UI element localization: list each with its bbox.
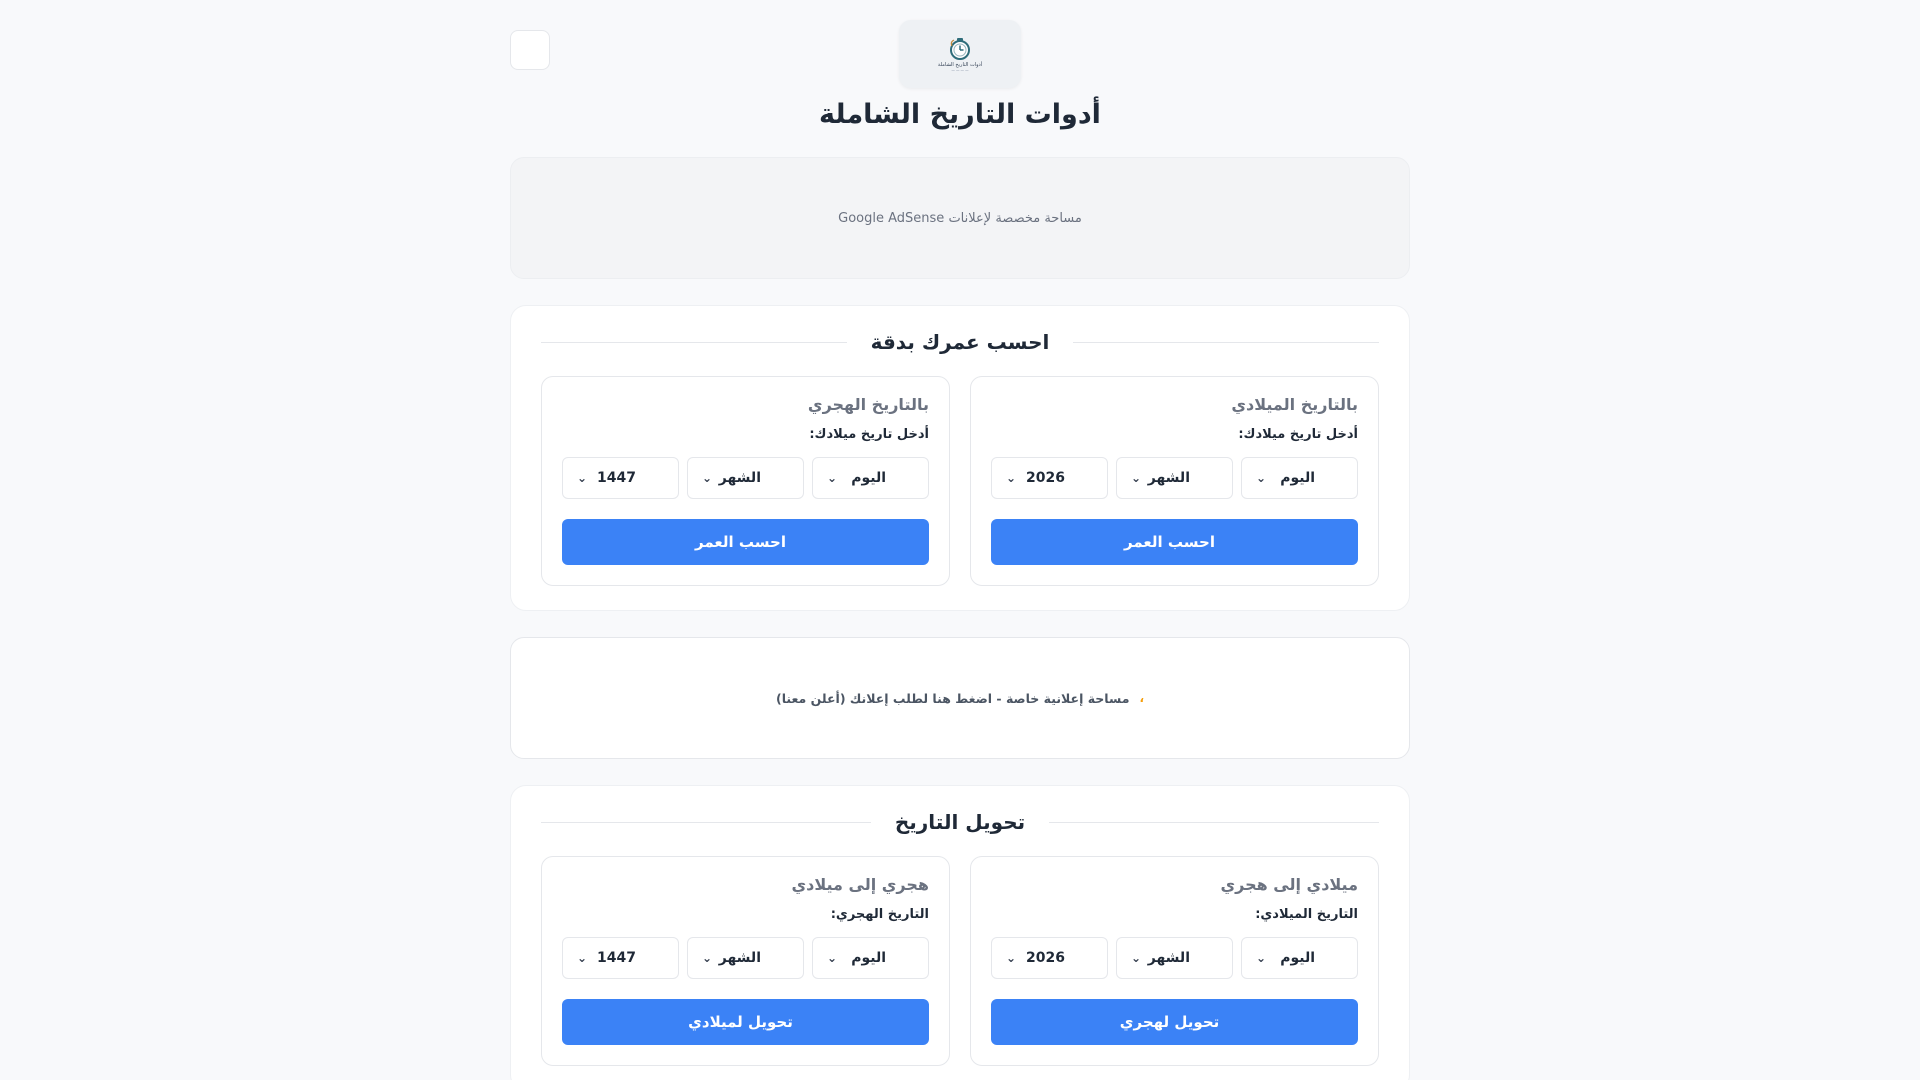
divider-line [540, 821, 871, 823]
age-calculator-card: احسب عمرك بدقة بالتاريخ الميلادي أدخل تا… [510, 305, 1410, 611]
divider-line [1049, 821, 1379, 823]
logo-text: أدوات التاريخ الشاملة [937, 61, 983, 68]
gregorian-age-selects: اليوم ⌄ الشهر ⌄ 2026 ⌄ [991, 457, 1358, 499]
day-select[interactable]: اليوم ⌄ [812, 937, 929, 979]
page-container: أدوات التاريخ الشاملة — — — — أدوات التا… [510, 0, 1410, 1080]
divider-line [540, 341, 847, 343]
chevron-down-icon: ⌄ [1131, 951, 1142, 965]
convert-to-hijri-button[interactable]: تحويل لهجري [991, 999, 1358, 1045]
convert-to-gregorian-button[interactable]: تحويل لميلادي [562, 999, 929, 1045]
year-select[interactable]: 2026 ⌄ [991, 457, 1108, 499]
month-select[interactable]: الشهر ⌄ [1116, 457, 1233, 499]
day-select-value: اليوم [1280, 470, 1315, 486]
convert-section-header: تحويل التاريخ [540, 808, 1379, 836]
theme-toggle-button[interactable] [510, 30, 550, 70]
to-gregorian-selects: اليوم ⌄ الشهر ⌄ 1447 ⌄ [562, 937, 929, 979]
chevron-down-icon: ⌄ [827, 951, 838, 965]
day-select[interactable]: اليوم ⌄ [1241, 457, 1358, 499]
age-panels: بالتاريخ الميلادي أدخل تاريخ ميلادك: الي… [541, 376, 1379, 586]
day-select[interactable]: اليوم ⌄ [1241, 937, 1358, 979]
month-select[interactable]: الشهر ⌄ [687, 457, 804, 499]
hijri-to-gregorian-panel: هجري إلى ميلادي التاريخ الهجري: اليوم ⌄ ا… [541, 856, 950, 1066]
hijri-age-title: بالتاريخ الهجري [807, 395, 929, 414]
site-logo[interactable]: أدوات التاريخ الشاملة — — — — [899, 20, 1021, 88]
year-select-value: 1447 [597, 470, 636, 486]
to-hijri-title: ميلادي إلى هجري [1220, 875, 1358, 894]
date-converter-card: تحويل التاريخ ميلادي إلى هجري التاريخ ال… [510, 785, 1410, 1080]
gregorian-age-panel: بالتاريخ الميلادي أدخل تاريخ ميلادك: الي… [970, 376, 1379, 586]
chevron-down-icon: ⌄ [1256, 471, 1267, 485]
adsense-slot: مساحة مخصصة لإعلانات Google AdSense [510, 157, 1410, 279]
year-select-value: 2026 [1026, 950, 1065, 966]
promo-ad-link[interactable]: ، مساحة إعلانية خاصة - اضغط هنا لطلب إعل… [510, 637, 1410, 759]
chevron-down-icon: ⌄ [1256, 951, 1267, 965]
year-select[interactable]: 1447 ⌄ [562, 457, 679, 499]
divider-line [1073, 341, 1379, 343]
year-select[interactable]: 2026 ⌄ [991, 937, 1108, 979]
chevron-down-icon: ⌄ [1006, 951, 1017, 965]
button-label: احسب العمر [1124, 533, 1215, 551]
megaphone-icon: ، [1139, 691, 1145, 705]
age-section-header: احسب عمرك بدقة [540, 328, 1379, 356]
day-select-value: اليوم [851, 470, 886, 486]
chevron-down-icon: ⌄ [827, 471, 838, 485]
chevron-down-icon: ⌄ [577, 951, 588, 965]
month-select[interactable]: الشهر ⌄ [1116, 937, 1233, 979]
day-select[interactable]: اليوم ⌄ [812, 457, 929, 499]
day-select-value: اليوم [851, 950, 886, 966]
chevron-down-icon: ⌄ [702, 471, 713, 485]
gregorian-age-title: بالتاريخ الميلادي [1231, 395, 1358, 414]
year-select-value: 2026 [1026, 470, 1065, 486]
button-label: تحويل لهجري [1119, 1013, 1220, 1031]
calculate-age-hijri-button[interactable]: احسب العمر [562, 519, 929, 565]
calendar-clock-icon [950, 37, 970, 60]
chevron-down-icon: ⌄ [1006, 471, 1017, 485]
month-select-value: الشهر [1147, 470, 1190, 486]
age-section-title: احسب عمرك بدقة [870, 330, 1050, 354]
logo-subtext-line: — — — — [951, 67, 969, 72]
month-select-value: الشهر [1147, 950, 1190, 966]
day-select-value: اليوم [1280, 950, 1315, 966]
adsense-slot-text: مساحة مخصصة لإعلانات Google AdSense [838, 210, 1082, 226]
convert-panels: ميلادي إلى هجري التاريخ الميلادي: اليوم ⌄… [541, 856, 1379, 1066]
month-select-value: الشهر [718, 950, 761, 966]
to-gregorian-title: هجري إلى ميلادي [791, 875, 929, 894]
to-gregorian-label: التاريخ الهجري: [830, 907, 929, 922]
to-hijri-label: التاريخ الميلادي: [1255, 907, 1358, 922]
month-select[interactable]: الشهر ⌄ [687, 937, 804, 979]
chevron-down-icon: ⌄ [577, 471, 588, 485]
gregorian-to-hijri-panel: ميلادي إلى هجري التاريخ الميلادي: اليوم ⌄… [970, 856, 1379, 1066]
convert-section-title: تحويل التاريخ [894, 810, 1026, 834]
hijri-age-selects: اليوم ⌄ الشهر ⌄ 1447 ⌄ [562, 457, 929, 499]
month-select-value: الشهر [718, 470, 761, 486]
year-select[interactable]: 1447 ⌄ [562, 937, 679, 979]
calculate-age-gregorian-button[interactable]: احسب العمر [991, 519, 1358, 565]
chevron-down-icon: ⌄ [702, 951, 713, 965]
promo-text: مساحة إعلانية خاصة - اضغط هنا لطلب إعلان… [775, 690, 1130, 706]
year-select-value: 1447 [597, 950, 636, 966]
button-label: تحويل لميلادي [688, 1013, 793, 1031]
button-label: احسب العمر [695, 533, 786, 551]
hijri-age-label: أدخل تاريخ ميلادك: [809, 427, 929, 442]
chevron-down-icon: ⌄ [1131, 471, 1142, 485]
page-title: أدوات التاريخ الشاملة [819, 99, 1101, 130]
to-hijri-selects: اليوم ⌄ الشهر ⌄ 2026 ⌄ [991, 937, 1358, 979]
hijri-age-panel: بالتاريخ الهجري أدخل تاريخ ميلادك: اليوم… [541, 376, 950, 586]
gregorian-age-label: أدخل تاريخ ميلادك: [1238, 427, 1358, 442]
